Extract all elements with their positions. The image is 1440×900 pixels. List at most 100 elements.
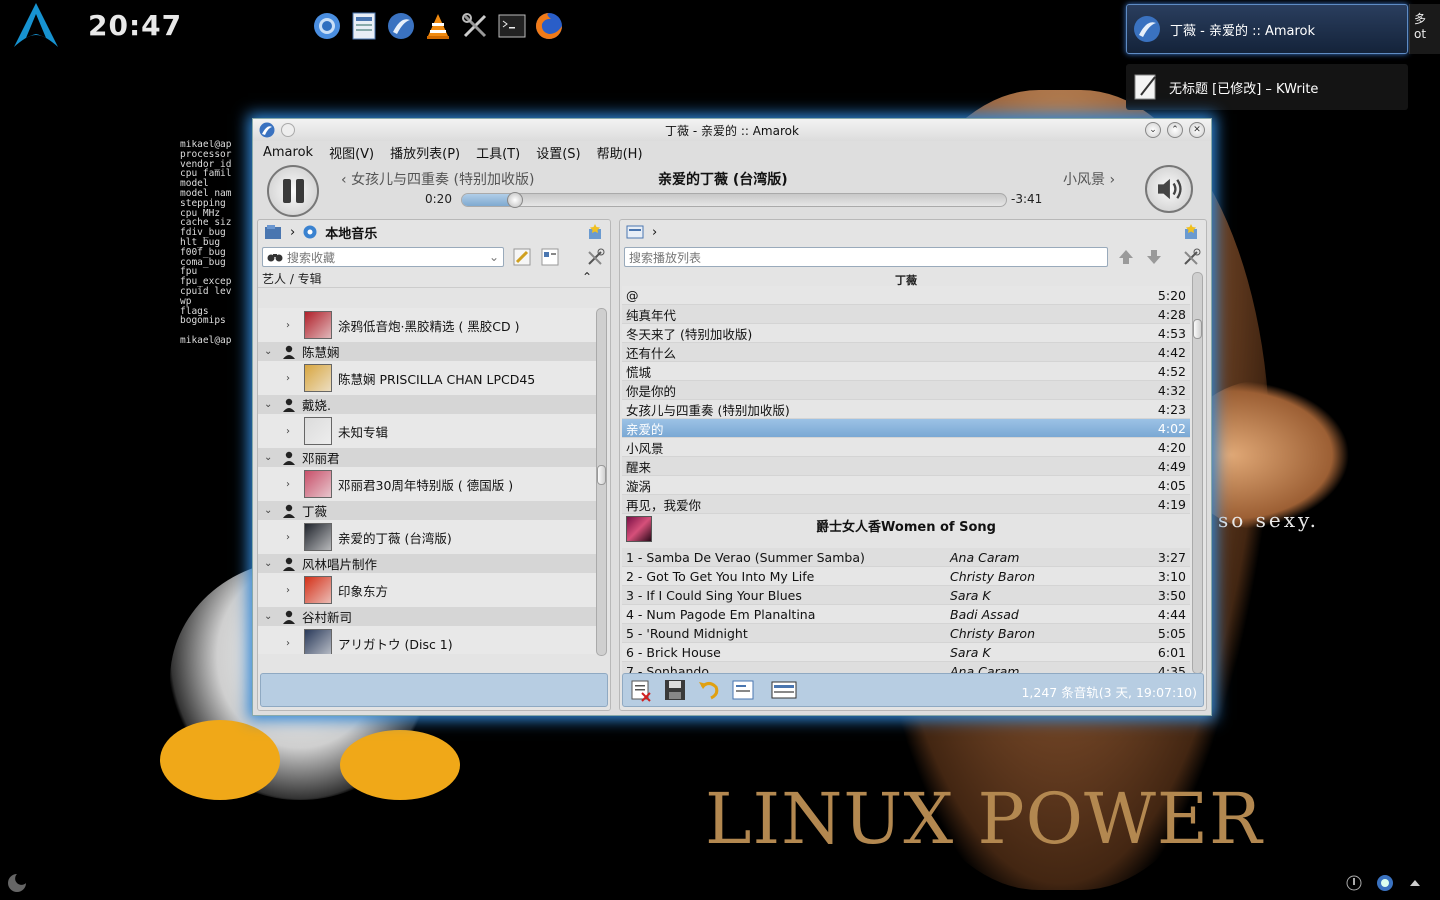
playlist-track-row[interactable]: 5 - 'Round Midnight Christy Baron 5:05 [622, 624, 1190, 643]
add-bookmark-icon[interactable] [586, 223, 604, 241]
edit-filter-icon[interactable] [512, 247, 532, 267]
collection-album-row[interactable]: › 印象东方 [258, 573, 598, 607]
menu-item[interactable]: 帮助(H) [597, 143, 643, 162]
menu-item[interactable]: 播放列表(P) [390, 143, 460, 162]
collection-artist-row[interactable]: ⌄ 陈慧娴 [258, 342, 598, 361]
collection-scrollbar[interactable] [596, 308, 607, 656]
playlist-track-row[interactable]: 冬天来了 (特别加收版) 4:53 [622, 324, 1190, 343]
collection-artist-row[interactable]: ⌄ 谷村新司 [258, 607, 598, 626]
chevron-right-icon[interactable]: › [286, 585, 298, 596]
collection-search-input[interactable]: 搜索收藏 ⌄ [262, 247, 504, 267]
plasma-cashew-icon[interactable] [6, 872, 28, 894]
chevron-down-icon[interactable]: ⌄ [264, 611, 276, 622]
search-previous-icon[interactable] [1116, 247, 1136, 267]
chevron-down-icon[interactable]: ⌄ [264, 558, 276, 569]
collection-album-row[interactable]: › 邓丽君30周年特别版 ( 德国版 ) [258, 467, 598, 501]
queue-editor-icon[interactable] [731, 678, 755, 702]
save-playlist-icon[interactable] [663, 678, 687, 702]
chevron-up-icon[interactable]: ⌃ [582, 270, 592, 284]
taskbar-item-kwrite[interactable]: 无标题 [已修改] – KWrite [1126, 64, 1408, 110]
panel-clock[interactable]: 20:47 [88, 9, 182, 42]
amarok-icon[interactable] [386, 11, 415, 40]
collection-source-label[interactable]: 本地音乐 [325, 223, 377, 242]
playlist-track-row[interactable]: 还有什么 4:42 [622, 343, 1190, 362]
chevron-right-icon[interactable]: › [286, 320, 298, 331]
collection-album-row[interactable]: › 亲爱的丁薇 (台湾版) [258, 520, 598, 554]
chevron-right-icon[interactable]: › [286, 479, 298, 490]
minimize-icon[interactable]: ⌄ [1145, 122, 1161, 138]
view-options-icon[interactable] [540, 247, 560, 267]
playlist-track-row[interactable]: 纯真年代 4:28 [622, 305, 1190, 324]
playlist-track-row[interactable]: 慌城 4:52 [622, 362, 1190, 381]
playlist-track-row[interactable]: @5:20 [622, 286, 1190, 305]
add-bookmark-icon[interactable] [1182, 223, 1200, 241]
collection-scroll-thumb[interactable] [597, 465, 606, 486]
playlist-track-row[interactable]: 小风景 4:20 [622, 438, 1190, 457]
maximize-icon[interactable]: ⌃ [1167, 122, 1183, 138]
collection-album-row[interactable]: › アリガトウ (Disc 1) [258, 626, 598, 654]
collection-artist-row[interactable]: ⌄ 邓丽君 [258, 448, 598, 467]
clear-playlist-icon[interactable] [629, 678, 653, 702]
next-track-button[interactable]: 小风景 › [1063, 169, 1115, 189]
tray-expand-icon[interactable] [1408, 876, 1422, 890]
collection-sort-header[interactable]: 艺人 / 专辑 ⌃ [258, 270, 610, 288]
chevron-right-icon[interactable]: › [286, 373, 298, 384]
menu-item[interactable]: 工具(T) [476, 143, 520, 162]
collection-artist-row[interactable]: ⌄ 风林唱片制作 [258, 554, 598, 573]
chevron-right-icon[interactable]: › [286, 426, 298, 437]
playlist-track-row[interactable]: 女孩儿与四重奏 (特别加收版) 4:23 [622, 400, 1190, 419]
taskbar-item-overflow[interactable]: 多 ot [1409, 4, 1440, 54]
chevron-down-icon[interactable]: ⌄ [264, 399, 276, 410]
menu-item[interactable]: Amarok [263, 145, 313, 160]
close-icon[interactable]: ✕ [1189, 122, 1205, 138]
configure-icon[interactable] [586, 247, 606, 267]
playlist-track-row[interactable]: 3 - If I Could Sing Your Blues Sara K 3:50 [622, 586, 1190, 605]
playlist-scroll-thumb[interactable] [1193, 318, 1202, 339]
playlist-track-row[interactable]: 1 - Samba De Verao (Summer Samba) Ana Car… [622, 548, 1190, 567]
notifications-icon[interactable] [1346, 875, 1362, 891]
arch-linux-icon[interactable] [12, 2, 60, 48]
previous-track-button[interactable]: ‹ 女孩儿与四重奏 (特别加收版) [341, 169, 534, 189]
playlist-search-input[interactable]: 搜索播放列表 [624, 247, 1108, 267]
file-manager-icon[interactable] [349, 11, 378, 40]
chevron-down-icon[interactable]: ⌄ [264, 452, 276, 463]
playlist-track-row[interactable]: 6 - Brick House Sara K 6:01 [622, 643, 1190, 662]
collection-artist-row[interactable]: ⌄ 丁薇 [258, 501, 598, 520]
chevron-right-icon[interactable]: › [286, 532, 298, 543]
playlist-home-icon[interactable] [626, 224, 644, 240]
chromium-icon[interactable] [312, 11, 341, 40]
collections-home-icon[interactable] [264, 224, 282, 240]
collection-album-row[interactable]: › 未知专辑 [258, 414, 598, 448]
chevron-down-icon[interactable]: ⌄ [264, 505, 276, 516]
menu-item[interactable]: 设置(S) [536, 143, 580, 162]
chevron-down-icon[interactable]: ⌄ [264, 346, 276, 357]
playlist-track-row[interactable]: 你是你的 4:32 [622, 381, 1190, 400]
firefox-icon[interactable] [534, 11, 563, 40]
collection-artist-row[interactable]: ⌄ 戴娆. [258, 395, 598, 414]
chevron-right-icon[interactable]: › [286, 638, 298, 649]
collection-album-row[interactable]: › 陈慧娴 PRISCILLA CHAN LPCD45 [258, 361, 598, 395]
vlc-icon[interactable] [423, 11, 452, 40]
window-titlebar[interactable]: 丁薇 - 亲爱的 :: Amarok ⌄ ⌃ ✕ [253, 119, 1211, 141]
playlist-track-row[interactable]: 漩涡 4:05 [622, 476, 1190, 495]
collection-album-row[interactable]: › 涂鸦低音炮·黑胶精选 ( 黑胶CD ) [258, 308, 598, 342]
seek-handle[interactable] [507, 192, 524, 208]
playlist-scrollbar[interactable] [1192, 272, 1203, 674]
playlist-track-row[interactable]: 2 - Got To Get You Into My Life Christy B… [622, 567, 1190, 586]
volume-button[interactable] [1145, 165, 1193, 213]
configure-icon[interactable] [1182, 247, 1202, 267]
pause-button[interactable] [267, 165, 319, 217]
search-next-icon[interactable] [1144, 247, 1164, 267]
playlist-layout-icon[interactable] [771, 678, 797, 702]
menu-item[interactable]: 视图(V) [329, 143, 374, 162]
network-icon[interactable] [1376, 874, 1394, 892]
chevron-down-icon[interactable]: ⌄ [489, 250, 499, 264]
playlist-track-row[interactable]: 4 - Num Pagode Em Planaltina Badi Assad 4:… [622, 605, 1190, 624]
seek-slider[interactable] [461, 192, 1007, 208]
undo-icon[interactable] [697, 678, 721, 702]
playlist-track-row[interactable]: 再见，我爱你 4:19 [622, 495, 1190, 514]
tools-icon[interactable] [460, 11, 489, 40]
playlist-track-row[interactable]: 醒来 4:49 [622, 457, 1190, 476]
taskbar-item-amarok[interactable]: 丁薇 - 亲爱的 :: Amarok [1126, 4, 1408, 54]
terminal-icon[interactable] [497, 11, 526, 40]
